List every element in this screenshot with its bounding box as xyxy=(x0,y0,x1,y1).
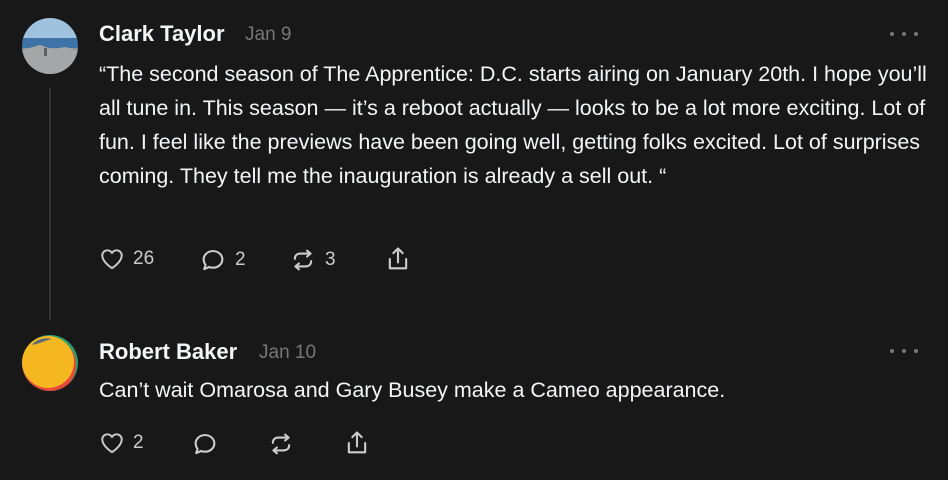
share-button[interactable] xyxy=(384,245,412,273)
more-dots-icon[interactable] xyxy=(890,345,918,357)
heart-icon xyxy=(101,433,123,454)
repost-icon xyxy=(293,249,313,271)
thread-connector-line xyxy=(49,88,51,320)
avatar-clark-taylor[interactable] xyxy=(22,18,78,74)
repost-icon xyxy=(271,433,291,455)
comment-bubble-icon xyxy=(194,434,216,455)
more-dots-icon[interactable] xyxy=(890,28,918,40)
like-count: 26 xyxy=(133,248,155,269)
like-button[interactable]: 2 xyxy=(99,430,144,456)
post-text: “The second season of The Apprentice: D.… xyxy=(99,62,927,188)
profile-photo xyxy=(22,18,78,74)
post-author-name[interactable]: Robert Baker xyxy=(99,339,237,365)
avatar-robert-baker[interactable] xyxy=(22,335,78,391)
share-icon xyxy=(347,431,367,454)
repost-button[interactable] xyxy=(267,430,295,458)
reply-button[interactable]: 2 xyxy=(199,246,246,274)
heart-icon xyxy=(101,249,123,270)
like-button[interactable]: 26 xyxy=(99,246,154,272)
reply-button[interactable] xyxy=(191,430,219,458)
reply-count: 2 xyxy=(235,249,246,270)
share-button[interactable] xyxy=(343,429,371,457)
comment-bubble-icon xyxy=(202,250,224,271)
post-date[interactable]: Jan 9 xyxy=(245,24,291,46)
like-count: 2 xyxy=(133,432,144,453)
post-text: Can’t wait Omarosa and Gary Busey make a… xyxy=(99,378,726,402)
share-icon xyxy=(388,247,408,270)
post-date[interactable]: Jan 10 xyxy=(259,342,316,364)
profile-photo xyxy=(22,335,78,391)
repost-button[interactable]: 3 xyxy=(289,246,336,274)
post-author-name[interactable]: Clark Taylor xyxy=(99,21,225,47)
repost-count: 3 xyxy=(325,249,336,270)
